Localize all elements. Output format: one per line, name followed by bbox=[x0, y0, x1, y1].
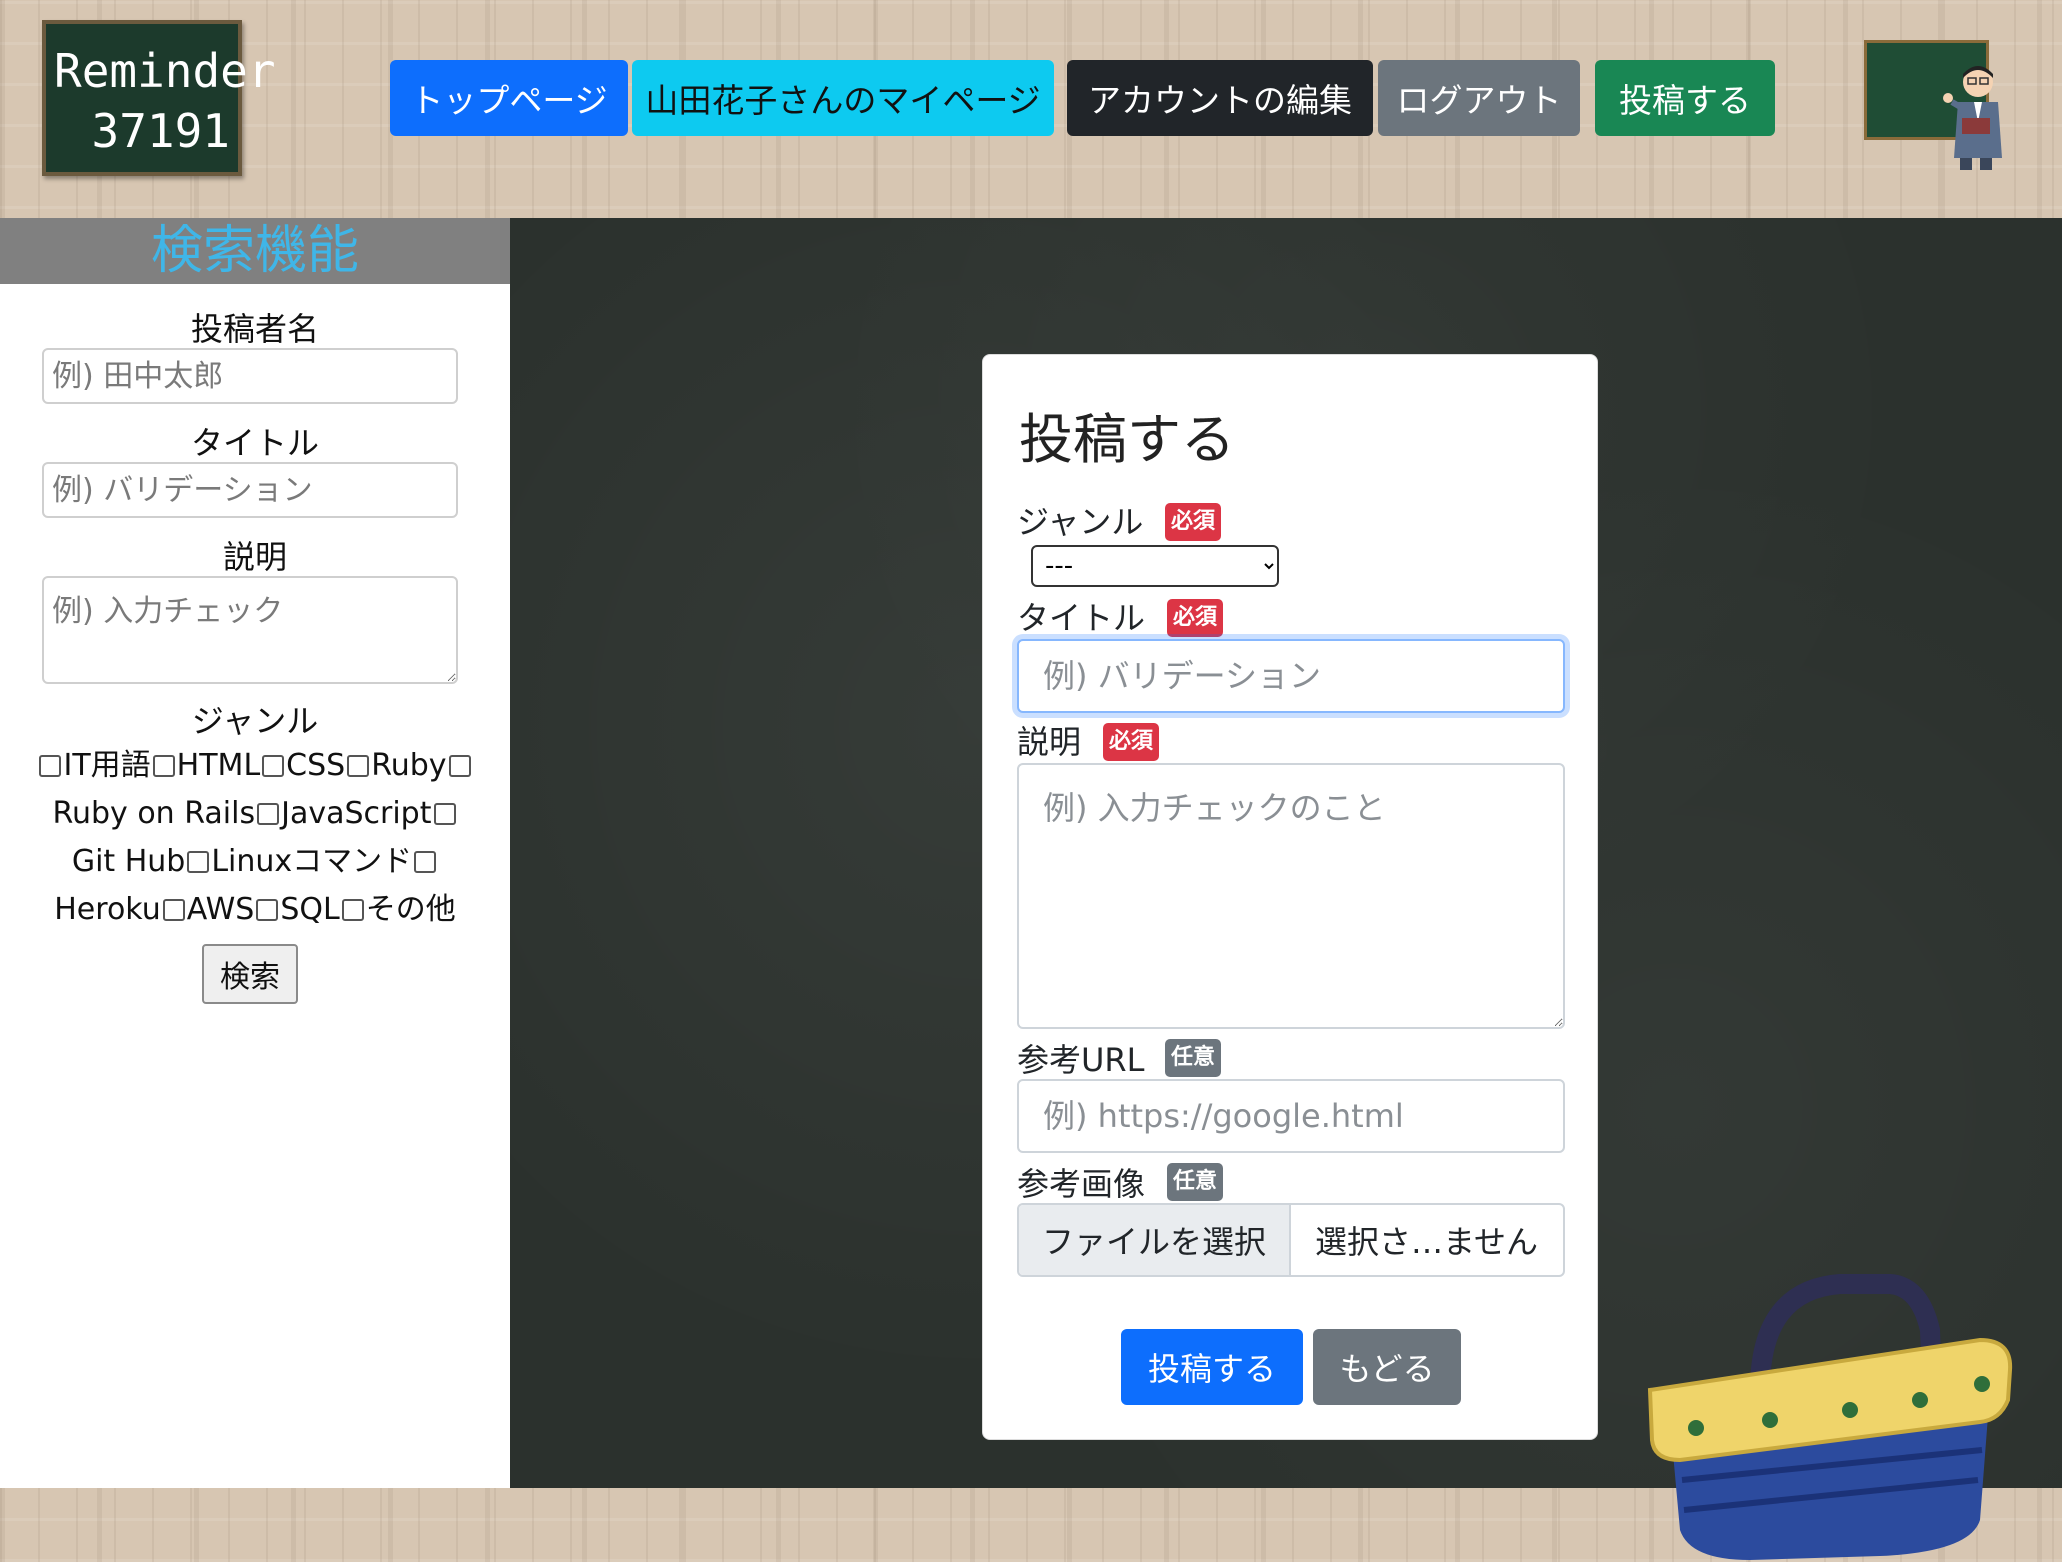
genre-option-label: AWS bbox=[186, 892, 255, 927]
genre-option-label: CSS bbox=[286, 748, 346, 783]
genre-checkbox[interactable] bbox=[347, 755, 370, 777]
logo-text-line2: 37191 bbox=[91, 104, 230, 158]
nav-logout-button[interactable]: ログアウト bbox=[1378, 60, 1580, 136]
genre-checkbox[interactable] bbox=[262, 755, 285, 777]
url-input[interactable] bbox=[1017, 1079, 1565, 1153]
sidebar-title: 検索機能 bbox=[0, 218, 510, 284]
genre-option-label: Heroku bbox=[54, 892, 161, 927]
file-status-text: 選択さ…ません bbox=[1315, 1223, 1539, 1261]
genre-option-label: HTML bbox=[176, 748, 261, 783]
choose-file-button[interactable]: ファイルを選択 bbox=[1019, 1205, 1291, 1275]
title-input[interactable] bbox=[1017, 639, 1565, 713]
teacher-illustration bbox=[1943, 66, 2002, 170]
search-button[interactable]: 検索 bbox=[202, 944, 298, 1004]
genre-option-label: その他 bbox=[365, 892, 456, 927]
genre-checkbox[interactable] bbox=[256, 899, 279, 921]
genre-checkbox[interactable] bbox=[341, 899, 364, 921]
description-field-label: 説明 bbox=[1017, 723, 1082, 761]
form-heading: 投稿する bbox=[1019, 408, 1235, 471]
required-badge: 必須 bbox=[1167, 599, 1224, 637]
genre-checkbox[interactable] bbox=[152, 755, 175, 777]
genre-checkbox[interactable] bbox=[414, 851, 437, 873]
nav-top-page-button[interactable]: トップページ bbox=[390, 60, 628, 136]
url-field-label: 参考URL bbox=[1017, 1041, 1145, 1079]
genre-option-label: Ruby bbox=[371, 748, 447, 783]
description-textarea[interactable] bbox=[1017, 763, 1565, 1029]
logo-text-line1: Reminder bbox=[54, 44, 276, 98]
genre-field-label: ジャンル bbox=[1017, 503, 1144, 541]
submit-post-button[interactable]: 投稿する bbox=[1121, 1329, 1303, 1405]
nav-mypage-button[interactable]: 山田花子さんのマイページ bbox=[632, 60, 1054, 136]
description-label: 説明 bbox=[222, 538, 287, 576]
genre-option-label: Git Hub bbox=[71, 844, 186, 879]
basket-illustration bbox=[1647, 1274, 2013, 1560]
nav-post-button[interactable]: 投稿する bbox=[1595, 60, 1775, 136]
genre-checkbox[interactable] bbox=[39, 755, 62, 777]
required-badge: 必須 bbox=[1165, 503, 1222, 541]
image-file-input[interactable]: ファイルを選択 選択さ…ません bbox=[1017, 1203, 1565, 1277]
description-search-textarea[interactable] bbox=[42, 576, 458, 684]
title-label: タイトル bbox=[190, 424, 319, 462]
genre-option-label: IT用語 bbox=[63, 748, 151, 783]
genre-option-label: SQL bbox=[280, 892, 340, 927]
optional-badge: 任意 bbox=[1165, 1039, 1222, 1077]
genre-checkbox-group: IT用語 HTML CSS Ruby Ruby on Rails JavaScript … bbox=[0, 742, 510, 934]
search-sidebar: 検索機能 投稿者名 タイトル 説明 ジャンル IT用語 HTML CSS Ruby R… bbox=[0, 218, 510, 1488]
genre-option-label: Ruby on Rails bbox=[52, 796, 256, 831]
back-button[interactable]: もどる bbox=[1313, 1329, 1461, 1405]
author-label: 投稿者名 bbox=[190, 310, 319, 348]
title-field-label: タイトル bbox=[1017, 599, 1146, 637]
site-logo[interactable]: Reminder 37191 bbox=[42, 20, 276, 176]
required-badge: 必須 bbox=[1103, 723, 1160, 761]
genre-checkbox[interactable] bbox=[448, 755, 471, 777]
genre-select[interactable]: --- bbox=[1031, 545, 1279, 587]
genre-option-label: Linuxコマンド bbox=[211, 844, 413, 879]
optional-badge: 任意 bbox=[1167, 1163, 1224, 1201]
genre-checkbox[interactable] bbox=[187, 851, 210, 873]
nav-edit-account-button[interactable]: アカウントの編集 bbox=[1067, 60, 1373, 136]
genre-label: ジャンル bbox=[191, 702, 319, 740]
image-field-label: 参考画像 bbox=[1017, 1165, 1146, 1203]
post-form-card: 投稿する ジャンル 必須 --- タイトル 必須 説明 必須 参考URL 任意 … bbox=[982, 354, 1598, 1440]
genre-option-label: JavaScript bbox=[281, 796, 432, 831]
author-search-input[interactable] bbox=[42, 348, 458, 404]
genre-checkbox[interactable] bbox=[257, 803, 280, 825]
genre-checkbox[interactable] bbox=[433, 803, 456, 825]
genre-checkbox[interactable] bbox=[162, 899, 185, 921]
title-search-input[interactable] bbox=[42, 462, 458, 518]
